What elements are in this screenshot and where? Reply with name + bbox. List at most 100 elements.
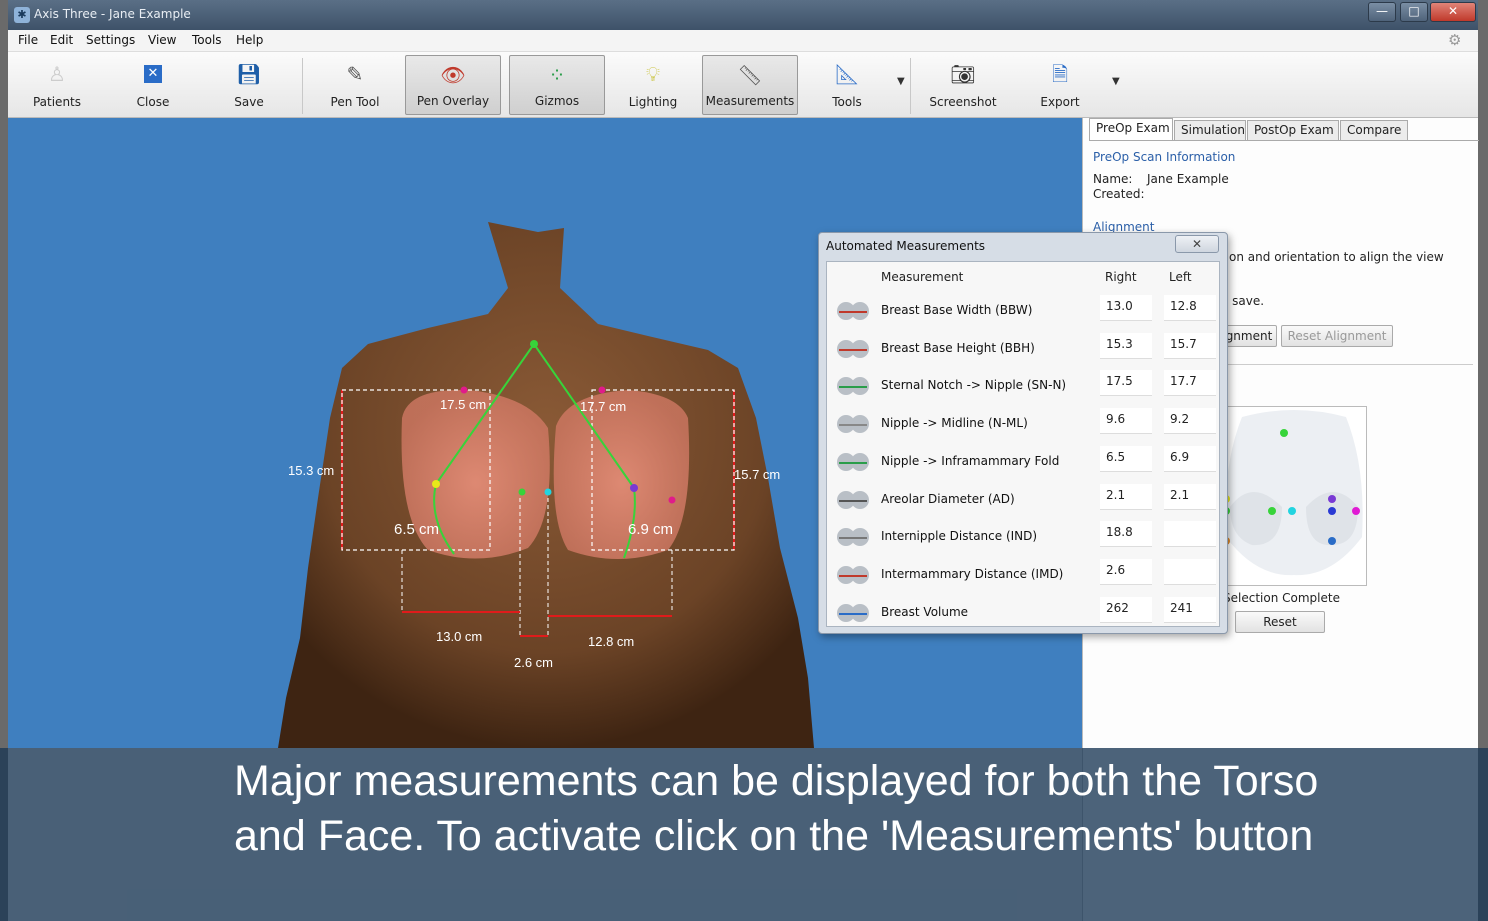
landmark-preview-image[interactable] bbox=[1221, 406, 1367, 586]
video-caption-overlay: Major measurements can be displayed for … bbox=[0, 748, 1488, 921]
export-dropdown-icon[interactable]: ▼ bbox=[1112, 76, 1120, 87]
tab-preop-exam[interactable]: PreOp Exam bbox=[1089, 118, 1173, 140]
light-bulb-icon: 💡︎ bbox=[646, 62, 660, 86]
breast-measure-icon bbox=[837, 377, 869, 396]
menu-help[interactable]: Help bbox=[236, 33, 263, 47]
right-value: 6.5 bbox=[1100, 445, 1152, 472]
left-value bbox=[1164, 521, 1216, 548]
camera-icon: 📷︎ bbox=[950, 62, 976, 86]
measurement-row[interactable]: Intermammary Distance (IMD) 2.6 bbox=[827, 556, 1219, 594]
pen-icon: ✎ bbox=[346, 62, 364, 86]
breast-measure-icon bbox=[837, 415, 869, 434]
sn-left-label: 17.7 cm bbox=[580, 399, 626, 414]
window-title: Axis Three - Jane Example bbox=[34, 7, 191, 21]
minimize-button[interactable]: — bbox=[1368, 2, 1396, 22]
maximize-button[interactable]: □ bbox=[1400, 2, 1428, 22]
left-value: 12.8 bbox=[1164, 295, 1216, 321]
tab-divider bbox=[1089, 140, 1479, 141]
tools-icon: 📐︎ bbox=[834, 62, 860, 86]
lighting-button[interactable]: 💡︎ Lighting bbox=[614, 55, 692, 115]
measurement-row[interactable]: Sternal Notch -> Nipple (SN-N) 17.5 17.7 bbox=[827, 367, 1219, 405]
measurement-name: Breast Base Width (BBW) bbox=[881, 303, 1033, 317]
tab-postop-exam[interactable]: PostOp Exam bbox=[1247, 120, 1339, 140]
right-value: 2.6 bbox=[1100, 558, 1152, 585]
reset-button[interactable]: Reset bbox=[1235, 611, 1325, 633]
measurement-row[interactable]: Areolar Diameter (AD) 2.1 2.1 bbox=[827, 481, 1219, 519]
right-column-header: Right bbox=[1105, 270, 1137, 284]
breast-measure-icon bbox=[837, 565, 869, 584]
right-value: 15.3 bbox=[1100, 332, 1152, 359]
alignment-button[interactable]: gnment bbox=[1221, 325, 1277, 347]
menu-bar: File Edit Settings View Tools Help ⚙ bbox=[8, 30, 1478, 52]
measurement-row[interactable]: Breast Volume 262 241 bbox=[827, 594, 1219, 632]
nif-left-label: 6.9 cm bbox=[628, 521, 673, 538]
right-value: 17.5 bbox=[1100, 370, 1152, 397]
bbh-left-label: 15.7 cm bbox=[734, 467, 780, 482]
automated-measurements-dialog[interactable]: Automated Measurements ✕ Measurement Rig… bbox=[818, 232, 1228, 634]
export-button[interactable]: 🗎︎ Export bbox=[1021, 55, 1099, 115]
toolbar-divider bbox=[302, 58, 303, 114]
measurement-name: Nipple -> Inframammary Fold bbox=[881, 453, 1060, 468]
pen-overlay-button[interactable]: 👁︎ Pen Overlay bbox=[405, 55, 501, 115]
right-value: 2.1 bbox=[1100, 483, 1152, 510]
alignment-instructions: tion and orientation to align the view bbox=[1221, 250, 1444, 264]
close-window-button[interactable]: ✕ bbox=[1430, 2, 1476, 22]
screenshot-button[interactable]: 📷︎ Screenshot bbox=[924, 55, 1002, 115]
left-value: 17.7 bbox=[1164, 370, 1216, 397]
menu-edit[interactable]: Edit bbox=[50, 33, 73, 47]
sn-right-label: 17.5 cm bbox=[440, 397, 486, 412]
breast-measure-icon bbox=[837, 603, 869, 622]
name-value: Jane Example bbox=[1147, 172, 1229, 186]
measurements-button[interactable]: 📏︎ Measurements bbox=[702, 55, 798, 115]
gear-icon[interactable]: ⚙ bbox=[1448, 32, 1464, 48]
selection-status: Selection Complete bbox=[1223, 591, 1340, 605]
measurement-row[interactable]: Breast Base Width (BBW) 13.0 12.8 bbox=[827, 292, 1219, 330]
menu-view[interactable]: View bbox=[148, 33, 176, 47]
gizmos-button[interactable]: ⁘ Gizmos bbox=[509, 55, 605, 115]
measurement-name: Breast Base Height (BBH) bbox=[881, 340, 1035, 355]
save-button[interactable]: 💾︎ Save bbox=[210, 55, 288, 115]
left-column-header: Left bbox=[1169, 270, 1192, 284]
tools-dropdown-icon[interactable]: ▼ bbox=[897, 76, 905, 87]
close-button[interactable]: ✕ Close bbox=[114, 55, 192, 115]
close-file-icon: ✕ bbox=[144, 65, 162, 83]
menu-file[interactable]: File bbox=[18, 33, 38, 47]
measurement-name: Breast Volume bbox=[881, 604, 969, 619]
title-bar: ✱ Axis Three - Jane Example — □ ✕ bbox=[8, 0, 1478, 30]
measurement-name: Internipple Distance (IND) bbox=[881, 529, 1038, 544]
measurement-row[interactable]: Internipple Distance (IND) 18.8 bbox=[827, 518, 1219, 556]
bbw-right-label: 13.0 cm bbox=[436, 629, 482, 644]
pen-overlay-icon: 👁︎ bbox=[440, 63, 466, 87]
measurement-column-header: Measurement bbox=[881, 270, 964, 284]
right-value: 18.8 bbox=[1100, 521, 1152, 548]
measurement-row[interactable]: Nipple -> Midline (N-ML) 9.6 9.2 bbox=[827, 405, 1219, 443]
breast-measure-icon bbox=[837, 302, 869, 320]
tools-button[interactable]: 📐︎ Tools bbox=[808, 55, 886, 115]
preop-scan-info-title[interactable]: PreOp Scan Information bbox=[1093, 150, 1235, 164]
menu-settings[interactable]: Settings bbox=[86, 33, 135, 47]
reset-alignment-button[interactable]: Reset Alignment bbox=[1281, 325, 1393, 347]
ruler-icon: 📏︎ bbox=[737, 63, 763, 87]
right-value: 9.6 bbox=[1100, 408, 1152, 435]
measurement-row[interactable]: Breast Base Height (BBH) 15.3 15.7 bbox=[827, 330, 1219, 368]
right-value: 262 bbox=[1100, 596, 1152, 623]
nif-right-label: 6.5 cm bbox=[394, 521, 439, 538]
measurements-table: Measurement Right Left Breast Base Width… bbox=[826, 261, 1220, 627]
measurement-name: Sternal Notch -> Nipple (SN-N) bbox=[881, 378, 1067, 393]
tab-simulation[interactable]: Simulation bbox=[1174, 120, 1246, 140]
caption-text: Major measurements can be displayed for … bbox=[234, 757, 1319, 860]
main-toolbar: ♙ Patients ✕ Close 💾︎ Save ✎ Pen Tool 👁︎… bbox=[8, 52, 1478, 118]
app-logo-icon: ✱ bbox=[14, 7, 30, 23]
measurement-name: Intermammary Distance (IMD) bbox=[881, 566, 1064, 581]
measurement-row[interactable]: Nipple -> Inframammary Fold 6.5 6.9 bbox=[827, 443, 1219, 481]
left-value: 9.2 bbox=[1164, 408, 1216, 435]
patients-button[interactable]: ♙ Patients bbox=[18, 55, 96, 115]
breast-measure-icon bbox=[837, 339, 869, 358]
menu-tools[interactable]: Tools bbox=[192, 33, 222, 47]
dialog-close-button[interactable]: ✕ bbox=[1175, 235, 1219, 253]
created-label: Created: bbox=[1093, 187, 1145, 201]
left-value: 15.7 bbox=[1164, 332, 1216, 359]
measurement-name: Nipple -> Midline (N-ML) bbox=[881, 416, 1028, 431]
tab-compare[interactable]: Compare bbox=[1340, 120, 1408, 140]
pen-tool-button[interactable]: ✎ Pen Tool bbox=[316, 55, 394, 115]
